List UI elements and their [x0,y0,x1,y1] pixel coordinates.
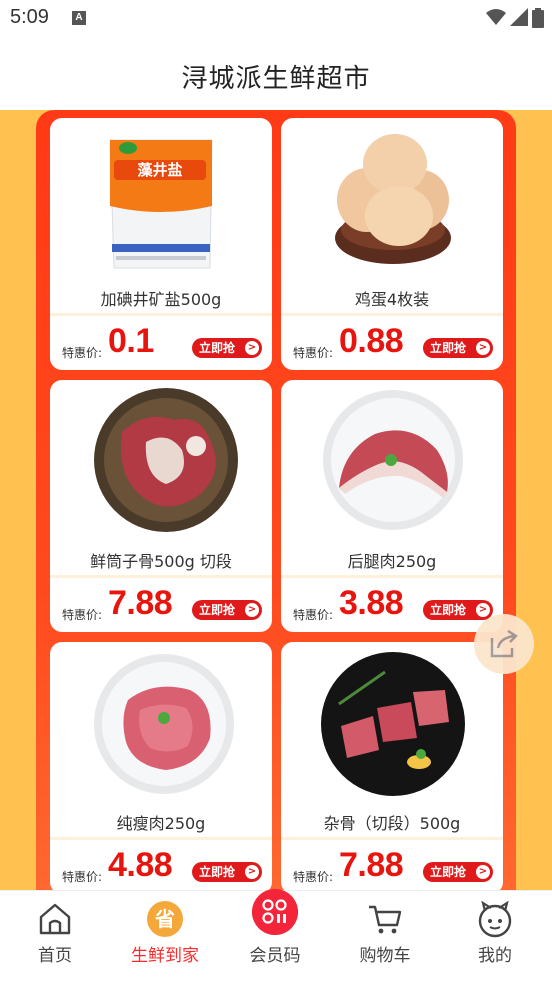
product-card[interactable]: 鲜筒子骨500g 切段 特惠价: 7.88 立即抢 > [50,380,272,632]
home-icon [39,903,71,935]
product-card[interactable]: 后腿肉250g 特惠价: 3.88 立即抢 > [281,380,503,632]
chevron-right-icon: > [245,341,259,355]
package-text: 藻井盐 [137,161,182,179]
product-price: 0.88 [339,322,404,360]
divider [50,313,272,316]
chevron-right-icon: > [245,603,259,617]
price-label: 特惠价: [293,870,334,884]
divider [281,575,503,578]
buy-now-button[interactable]: 立即抢 > [423,338,493,358]
product-name: 后腿肉250g [347,552,437,571]
product-price: 4.88 [108,846,173,884]
chevron-right-icon: > [476,341,490,355]
price-label: 特惠价: [293,608,334,622]
product-price: 7.88 [108,584,173,622]
product-name: 杂骨（切段）500g [323,814,461,833]
tab-member-code[interactable]: 会员码 [220,889,330,983]
title-bar: 浔城派生鲜超市 [0,36,552,110]
signal-icon [510,8,528,26]
product-card[interactable]: 杂骨（切段）500g 特惠价: 7.88 立即抢 > [281,642,503,890]
tab-label: 生鲜到家 [131,946,199,966]
divider [281,313,503,316]
buy-now-button[interactable]: 立即抢 > [192,338,262,358]
tab-profile[interactable]: 我的 [440,891,550,983]
tab-label: 首页 [38,946,72,966]
divider [50,575,272,578]
product-name: 加碘井矿盐500g [100,290,222,309]
tab-label: 我的 [478,946,512,966]
product-name: 鸡蛋4枚装 [354,290,430,309]
tab-fresh-delivery[interactable]: 省 生鲜到家 [110,891,220,983]
battery-icon [532,8,544,28]
share-icon [490,629,518,658]
price-label: 特惠价: [62,870,103,884]
notification-icon: A [72,11,86,25]
chevron-right-icon: > [245,865,259,879]
chevron-right-icon: > [476,865,490,879]
price-label: 特惠价: [293,346,334,360]
buy-now-label: 立即抢 [430,603,467,617]
divider [50,837,272,840]
product-card[interactable]: 纯瘦肉250g 特惠价: 4.88 立即抢 > [50,642,272,890]
tab-cart[interactable]: 购物车 [330,891,440,983]
price-label: 特惠价: [62,346,103,360]
buy-now-label: 立即抢 [430,865,467,879]
tab-home[interactable]: 首页 [0,891,110,983]
pork-bone-image [50,380,272,540]
product-price: 3.88 [339,584,404,622]
salt-bag-image: 藻井盐 [50,118,272,278]
divider [281,837,503,840]
product-area[interactable]: 藻井盐 加碘井矿盐500g 特惠价: 0.1 立即抢 > 鸡蛋4枚装 特惠价: [0,110,552,890]
buy-now-button[interactable]: 立即抢 > [423,862,493,882]
eggs-image [281,118,503,278]
chevron-right-icon: > [476,603,490,617]
mixed-bone-image [281,642,503,802]
status-bar: 5:09 A [0,0,552,36]
share-button[interactable] [474,614,534,674]
product-name: 鲜筒子骨500g 切段 [90,552,232,571]
member-code-icon [252,889,298,935]
product-card[interactable]: 藻井盐 加碘井矿盐500g 特惠价: 0.1 立即抢 > [50,118,272,370]
product-card[interactable]: 鸡蛋4枚装 特惠价: 0.88 立即抢 > [281,118,503,370]
product-price: 0.1 [108,322,154,360]
pork-leg-image [281,380,503,540]
status-time: 5:09 [10,6,49,28]
buy-now-button[interactable]: 立即抢 > [192,862,262,882]
bottom-tab-bar: 首页 省 生鲜到家 会员码 购物车 我的 [0,889,552,983]
tab-label: 购物车 [359,946,411,966]
product-name: 纯瘦肉250g [116,814,206,833]
buy-now-label: 立即抢 [430,341,467,355]
system-icons [486,8,544,28]
buy-now-button[interactable]: 立即抢 > [192,600,262,620]
price-label: 特惠价: [62,608,103,622]
lean-pork-image [50,642,272,802]
product-price: 7.88 [339,846,404,884]
buy-now-label: 立即抢 [199,341,236,355]
cart-icon [369,905,402,934]
page-title: 浔城派生鲜超市 [181,64,371,94]
fresh-icon: 省 [147,901,183,937]
wifi-icon [486,9,506,25]
fresh-icon-text: 省 [154,907,175,931]
buy-now-label: 立即抢 [199,865,236,879]
profile-icon [478,900,512,938]
buy-now-label: 立即抢 [199,603,236,617]
buy-now-button[interactable]: 立即抢 > [423,600,493,620]
tab-label: 会员码 [249,946,301,966]
